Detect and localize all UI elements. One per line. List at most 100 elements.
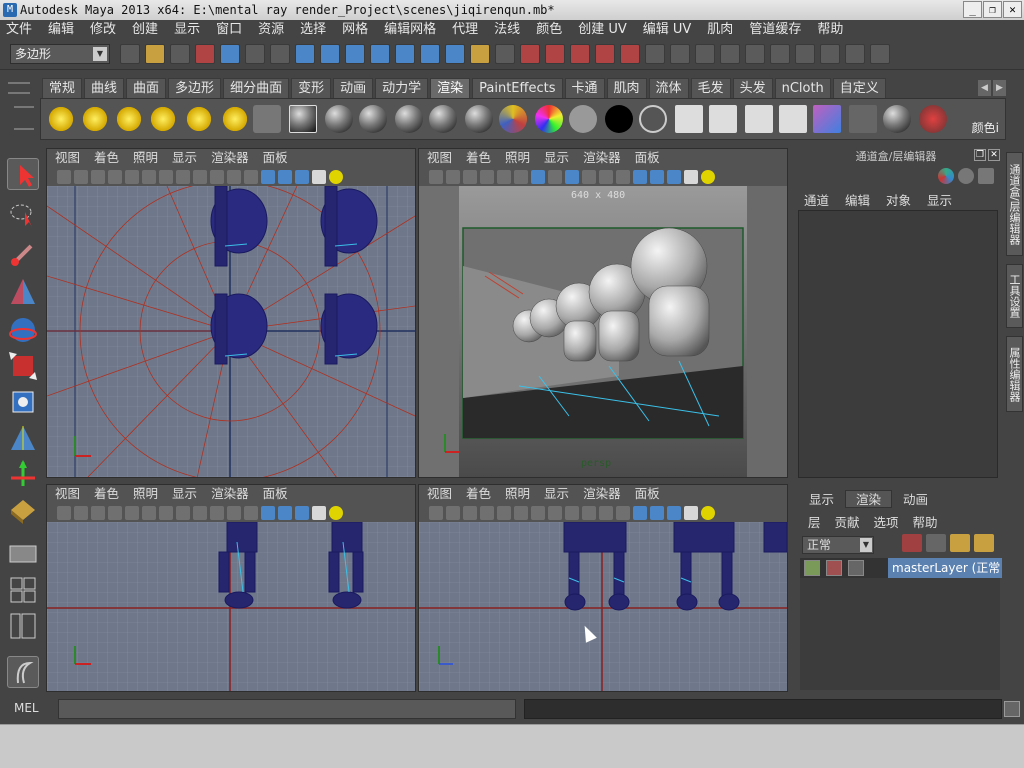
layer-up-icon[interactable] — [902, 534, 922, 552]
panel-menu-view[interactable]: 视图 — [427, 149, 452, 167]
panel-menu-show[interactable]: 显示 — [172, 149, 197, 167]
hypershade-icon[interactable] — [813, 105, 841, 133]
tab-muscle[interactable]: 肌肉 — [606, 78, 647, 98]
render-settings-icon[interactable] — [795, 44, 815, 64]
panel-menu-lighting[interactable]: 照明 — [505, 485, 530, 503]
ramp-shader-icon[interactable] — [535, 105, 563, 133]
move-tool-icon[interactable] — [7, 276, 39, 308]
grid-toggle-icon[interactable] — [125, 506, 139, 520]
menu-edit-uvs[interactable]: 编辑 UV — [643, 20, 692, 40]
panel-menu-lighting[interactable]: 照明 — [133, 485, 158, 503]
menu-help[interactable]: 帮助 — [817, 20, 843, 40]
snap-view-plane-icon[interactable] — [595, 44, 615, 64]
snap-curve-icon[interactable] — [545, 44, 565, 64]
textured-icon[interactable] — [227, 506, 241, 520]
wireframe-on-shaded-icon[interactable] — [650, 170, 664, 184]
tab-subdivs[interactable]: 细分曲面 — [223, 78, 290, 98]
soft-mod-tool-icon[interactable] — [7, 422, 39, 454]
panel-menu-view[interactable]: 视图 — [55, 149, 80, 167]
tab-deformation[interactable]: 变形 — [291, 78, 332, 98]
viewport-side-canvas[interactable] — [419, 522, 787, 691]
phong-e-material-icon[interactable] — [429, 105, 457, 133]
shelf-scroll-right-icon[interactable]: ▶ — [993, 80, 1006, 96]
ipr-render-icon[interactable] — [745, 105, 773, 133]
camera-attributes-icon[interactable] — [74, 506, 88, 520]
isolate-select-icon[interactable] — [261, 170, 275, 184]
high-quality-icon[interactable] — [329, 170, 343, 184]
panel-menu-show[interactable]: 显示 — [172, 485, 197, 503]
panel-menu-shading[interactable]: 着色 — [466, 149, 491, 167]
panel-menu-renderer[interactable]: 渲染器 — [211, 149, 249, 167]
side-tab-tool-settings[interactable]: 工具设置 — [1006, 264, 1023, 328]
tab-paint-effects[interactable]: PaintEffects — [472, 78, 563, 98]
menu-display[interactable]: 显示 — [174, 20, 200, 40]
minimize-button[interactable]: _ — [963, 1, 982, 18]
film-gate-icon[interactable] — [142, 170, 156, 184]
isolate-select-icon[interactable] — [633, 506, 647, 520]
paint-select-tool-icon[interactable] — [7, 238, 39, 270]
tab-fluids[interactable]: 流体 — [648, 78, 689, 98]
select-misc-icon[interactable] — [445, 44, 465, 64]
panel-menu-renderer[interactable]: 渲染器 — [211, 485, 249, 503]
text-icon[interactable] — [616, 506, 630, 520]
panel-menu-renderer[interactable]: 渲染器 — [583, 149, 621, 167]
layer-tab-render[interactable]: 渲染 — [845, 490, 893, 508]
rotate-tool-icon[interactable] — [7, 314, 39, 346]
smooth-shade-icon[interactable] — [548, 506, 562, 520]
shadows-icon[interactable] — [312, 170, 326, 184]
menu-file[interactable]: 文件 — [6, 20, 32, 40]
panel-menu-shading[interactable]: 着色 — [94, 149, 119, 167]
tab-dynamics[interactable]: 动力学 — [375, 78, 429, 98]
channel-layer-mode-icon[interactable] — [978, 168, 994, 184]
menu-proxy[interactable]: 代理 — [452, 20, 478, 40]
bookmarks-icon[interactable] — [463, 506, 477, 520]
show-tool-settings-icon[interactable] — [845, 44, 865, 64]
select-deformers-icon[interactable] — [370, 44, 390, 64]
layer-name[interactable]: masterLayer (正常 — [888, 558, 1002, 578]
flat-shade-icon[interactable] — [193, 506, 207, 520]
menu-create[interactable]: 创建 — [132, 20, 158, 40]
panel-menu-shading[interactable]: 着色 — [466, 485, 491, 503]
select-camera-icon[interactable] — [429, 170, 443, 184]
render-settings-layer-icon[interactable] — [848, 560, 864, 576]
layer-menu-layers[interactable]: 层 — [808, 512, 821, 531]
new-empty-layer-icon[interactable] — [950, 534, 970, 552]
select-object-icon[interactable] — [220, 44, 240, 64]
wireframe-icon[interactable] — [159, 506, 173, 520]
tab-curves[interactable]: 曲线 — [84, 78, 125, 98]
wireframe-on-shaded-icon[interactable] — [650, 506, 664, 520]
wireframe-icon[interactable] — [531, 506, 545, 520]
panel-menu-renderer[interactable]: 渲染器 — [583, 485, 621, 503]
isolate-select-icon[interactable] — [633, 170, 647, 184]
tab-surfaces[interactable]: 曲面 — [126, 78, 167, 98]
wireframe-icon[interactable] — [531, 170, 545, 184]
panel-menu-view[interactable]: 视图 — [55, 485, 80, 503]
close-panel-icon[interactable]: ✕ — [988, 149, 1000, 161]
select-camera-icon[interactable] — [429, 506, 443, 520]
render-view-icon[interactable] — [675, 105, 703, 133]
channel-menu-channels[interactable]: 通道 — [804, 190, 829, 209]
shelf-side-handle[interactable] — [14, 106, 34, 130]
four-view-layout-icon[interactable] — [7, 574, 39, 606]
tab-custom[interactable]: 自定义 — [832, 78, 886, 98]
show-attribute-editor-icon[interactable] — [870, 44, 890, 64]
xray-icon[interactable] — [582, 170, 596, 184]
text-icon[interactable] — [244, 170, 258, 184]
bookmarks-icon[interactable] — [463, 170, 477, 184]
surface-shader-icon[interactable] — [569, 105, 597, 133]
menu-pipeline-cache[interactable]: 管道缓存 — [749, 20, 801, 40]
last-tool-used-icon[interactable] — [7, 494, 39, 526]
panel-menu-panels[interactable]: 面板 — [263, 149, 288, 167]
select-dynamics-icon[interactable] — [395, 44, 415, 64]
make-live-icon[interactable] — [620, 44, 640, 64]
viewport-persp-canvas[interactable]: 640 x 480 persp — [419, 186, 787, 477]
channel-box-mode-icon[interactable] — [938, 168, 954, 184]
script-editor-icon[interactable] — [1004, 701, 1020, 717]
layer-list-area[interactable] — [800, 578, 1000, 690]
new-scene-icon[interactable] — [120, 44, 140, 64]
batch-render-icon[interactable] — [849, 105, 877, 133]
panel-menu-shading[interactable]: 着色 — [94, 485, 119, 503]
volume-light-icon[interactable] — [221, 105, 249, 133]
snap-grid-icon[interactable] — [520, 44, 540, 64]
channel-box-area[interactable] — [798, 210, 998, 478]
